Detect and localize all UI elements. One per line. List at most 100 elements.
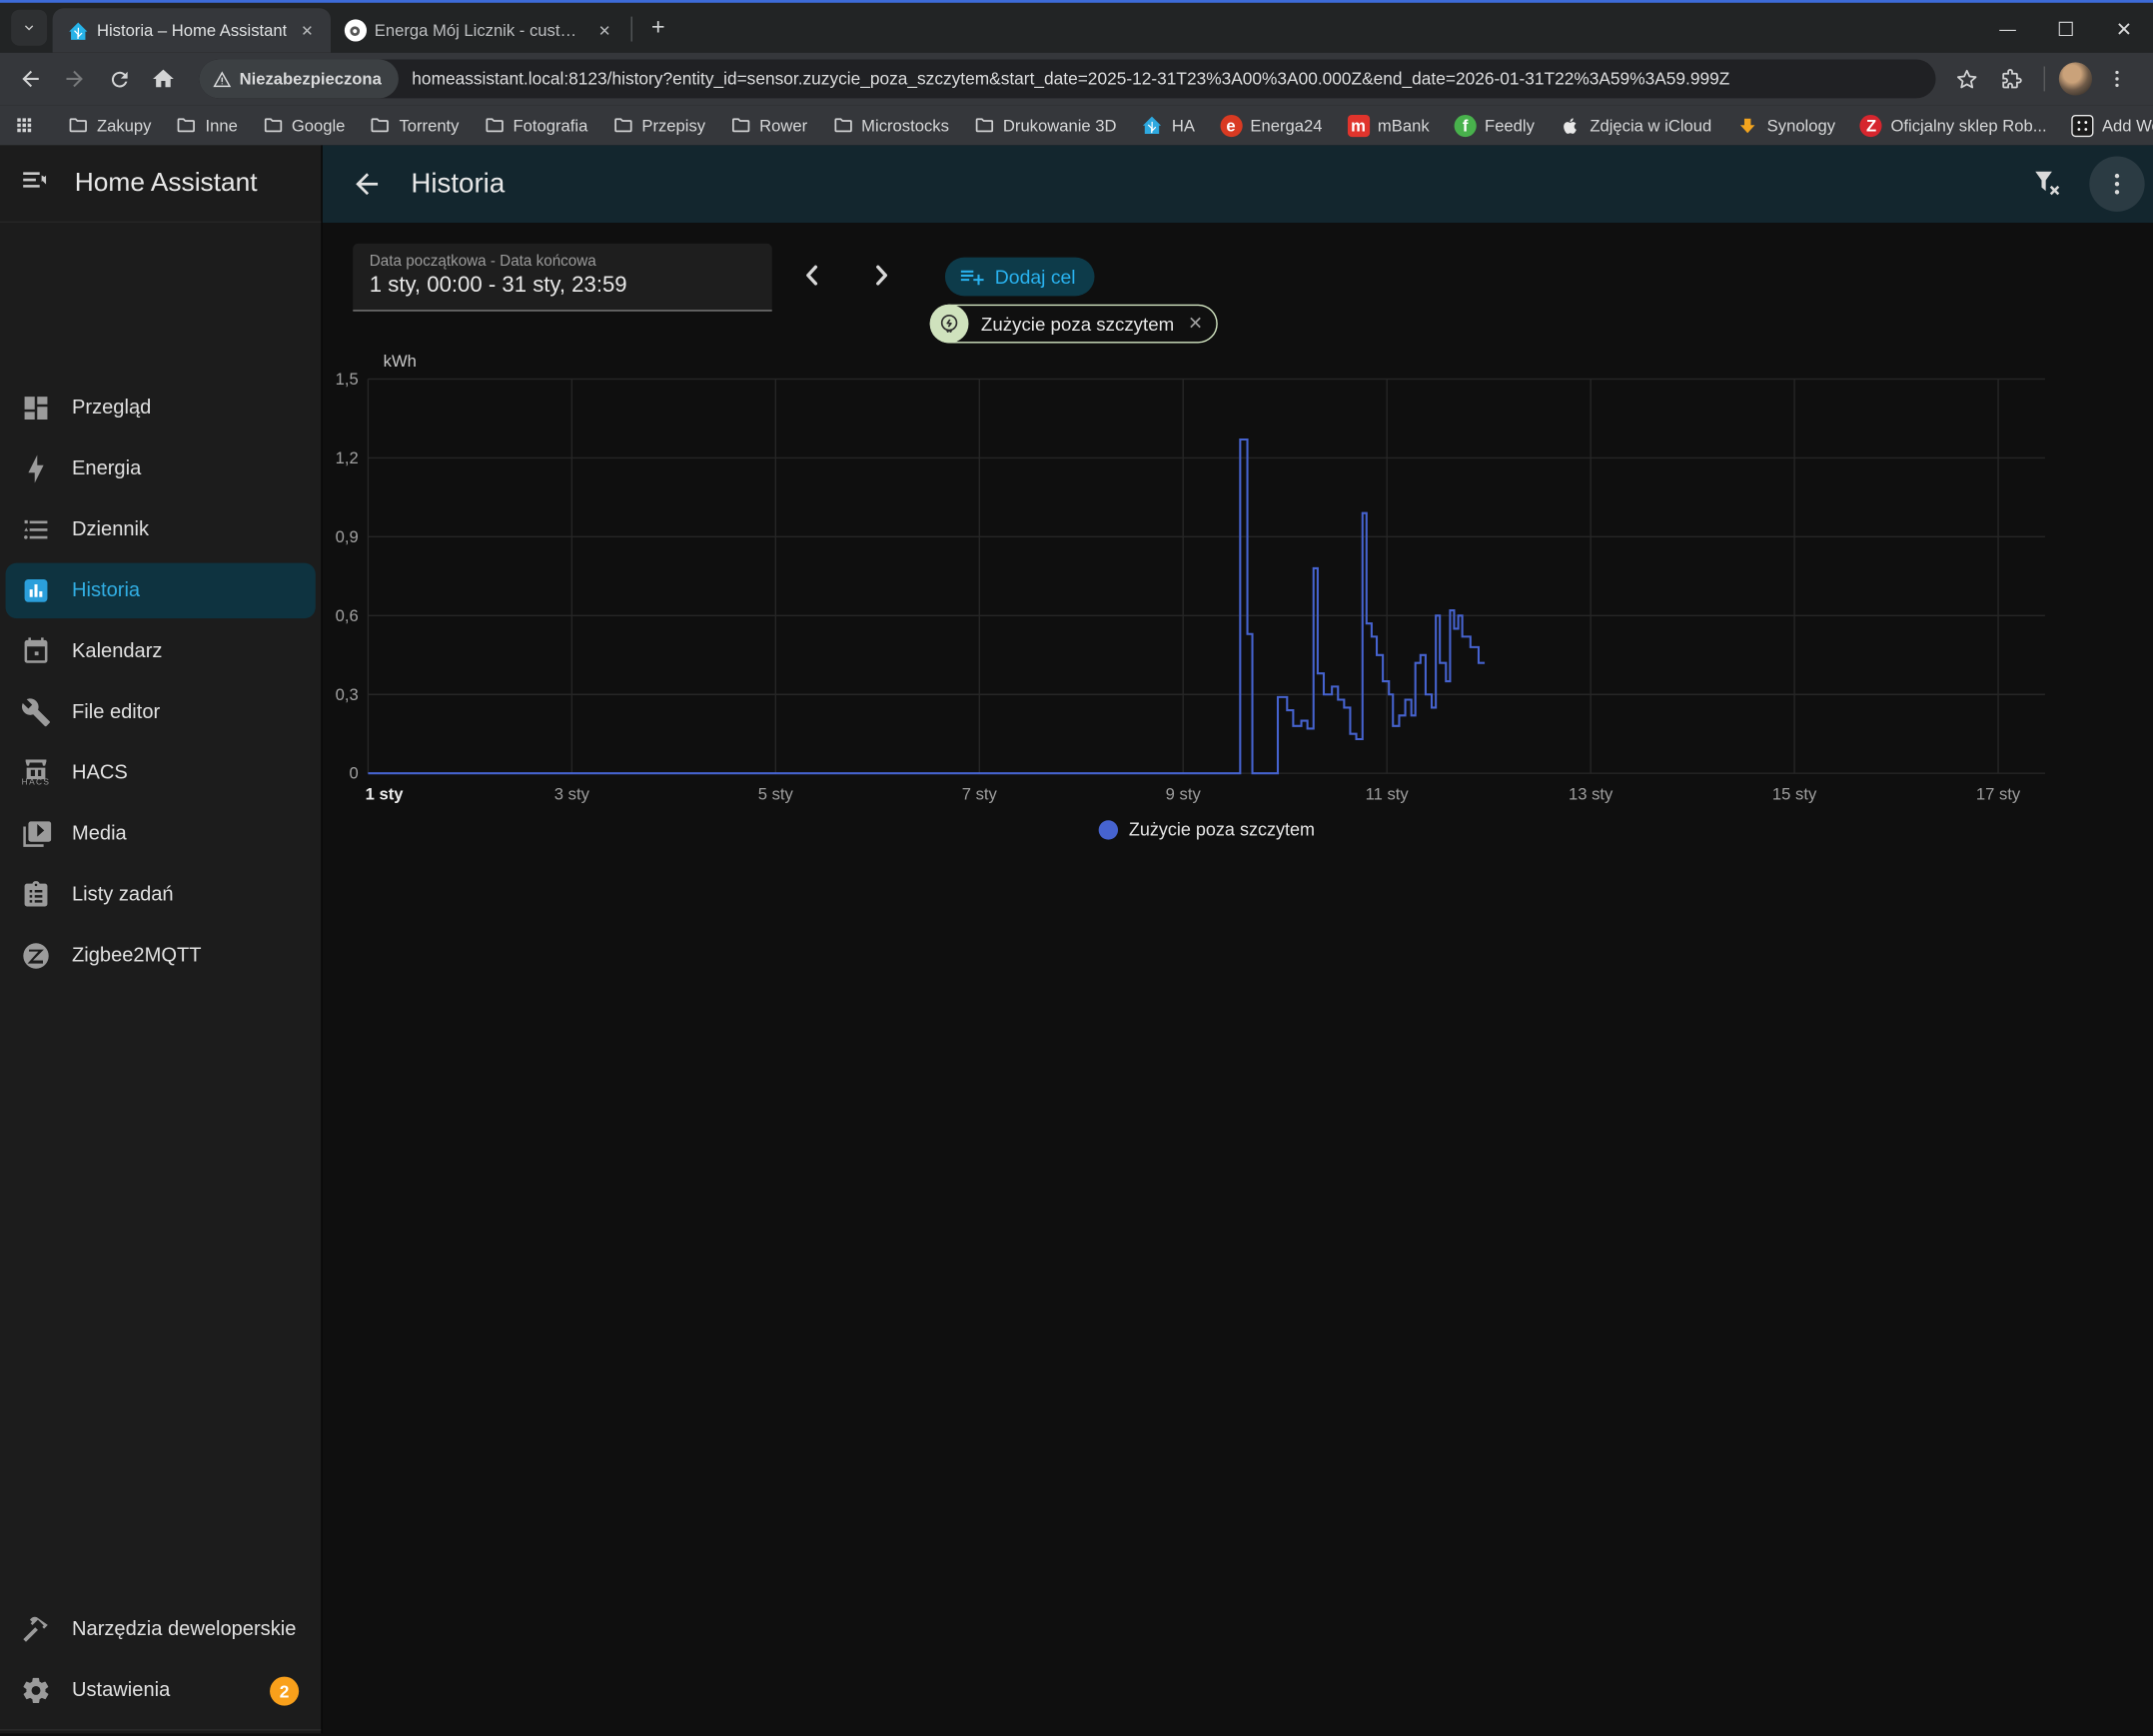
url-bar[interactable]: Niezabezpieczona homeassistant.local:812…	[199, 60, 1935, 99]
bookmark-star-button[interactable]	[1947, 60, 1986, 99]
bookmark-folder-drukowanie-3d[interactable]: Drukowanie 3D	[963, 111, 1128, 140]
sidebar-header: Home Assistant	[0, 145, 321, 223]
security-chip[interactable]: Niezabezpieczona	[199, 60, 398, 99]
ha-favicon-icon	[1141, 114, 1163, 136]
app-title: Home Assistant	[75, 168, 258, 198]
url-text: homeassistant.local:8123/history?entity_…	[412, 69, 1729, 88]
legend-dot	[1098, 820, 1117, 839]
next-period-button[interactable]	[865, 259, 898, 292]
bookmark-icloud-photos[interactable]: Zdjęcia w iCloud	[1549, 110, 1723, 140]
svg-text:1,5: 1,5	[336, 370, 359, 389]
sidebar-item-energia[interactable]: Energia	[6, 441, 316, 496]
window-close-button[interactable]: ✕	[2095, 6, 2153, 53]
sidebar-item-zigbee2mqtt[interactable]: Zigbee2MQTT	[6, 928, 316, 983]
chart-legend[interactable]: Zużycie poza szczytem	[368, 819, 2045, 840]
add-target-button[interactable]: Dodaj cel	[945, 258, 1095, 297]
forward-button[interactable]	[55, 60, 94, 99]
chevron-right-icon	[865, 259, 898, 292]
tab-divider	[630, 17, 631, 42]
sidebar-item-ustawienia[interactable]: Ustawienia 2	[6, 1663, 316, 1718]
tab-close-icon[interactable]: ✕	[296, 19, 320, 43]
entity-chip-label: Zużycie poza szczytem	[981, 314, 1174, 335]
new-tab-button[interactable]: +	[640, 10, 676, 46]
dashboard-icon	[19, 392, 52, 425]
gear-icon	[19, 1674, 52, 1707]
sidebar-item-dziennik[interactable]: Dziennik	[6, 502, 316, 557]
browser-profile-avatar[interactable]	[2059, 62, 2092, 95]
date-range-label: Data początkowa - Data końcowa	[370, 253, 755, 270]
sidebar-item-listy-zadan[interactable]: Listy zadań	[6, 867, 316, 922]
bookmark-folder-microstocks[interactable]: Microstocks	[821, 111, 960, 140]
previous-period-button[interactable]	[795, 259, 828, 292]
entity-chip[interactable]: Zużycie poza szczytem ✕	[930, 305, 1219, 344]
window-controls: — ☐ ✕	[1978, 6, 2153, 53]
menu-open-icon[interactable]	[19, 165, 52, 202]
svg-text:0: 0	[349, 764, 358, 783]
bookmark-synology[interactable]: Synology	[1725, 110, 1846, 140]
folder-icon	[176, 115, 197, 136]
back-button[interactable]	[11, 60, 50, 99]
arrow-left-icon	[18, 66, 43, 91]
sidebar-item-przeglad[interactable]: Przegląd	[6, 381, 316, 435]
sidebar-item-historia[interactable]: Historia	[6, 563, 316, 618]
svg-text:1 sty: 1 sty	[366, 785, 405, 804]
bookmark-folder-google[interactable]: Google	[252, 111, 357, 140]
energa24-favicon-icon: e	[1220, 114, 1242, 136]
bookmark-folder-torrenty[interactable]: Torrenty	[359, 111, 470, 140]
extensions-button[interactable]	[1991, 60, 2030, 99]
page-header: Historia	[323, 145, 2153, 223]
arrow-right-icon	[62, 66, 87, 91]
history-content: Data początkowa - Data końcowa 1 sty, 00…	[323, 223, 2153, 1733]
browser-tab-energa[interactable]: Energa Mój Licznik - custom co ✕	[330, 8, 627, 52]
bookmark-feedly[interactable]: f Feedly	[1443, 110, 1546, 140]
filter-remove-button[interactable]	[2031, 168, 2064, 201]
reload-button[interactable]	[100, 60, 139, 99]
bookmark-wood-grain[interactable]: Add Wood Grain Eff...	[2060, 110, 2153, 140]
bookmark-folder-inne[interactable]: Inne	[165, 111, 249, 140]
tab-close-icon[interactable]: ✕	[592, 19, 616, 43]
home-button[interactable]	[144, 60, 183, 99]
sidebar-item-kalendarz[interactable]: Kalendarz	[6, 624, 316, 679]
date-range-value: 1 sty, 00:00 - 31 sty, 23:59	[370, 274, 755, 299]
sidebar-item-media[interactable]: Media	[6, 806, 316, 861]
bookmark-folder-rower[interactable]: Rower	[719, 111, 818, 140]
calendar-icon	[19, 635, 52, 668]
window-maximize-button[interactable]: ☐	[2037, 6, 2095, 53]
svg-text:1,2: 1,2	[336, 448, 359, 467]
dots-vertical-icon	[2106, 68, 2128, 90]
sidebar-item-file-editor[interactable]: File editor	[6, 685, 316, 740]
chart-box-icon	[19, 574, 52, 607]
storefront-icon: HACS	[19, 757, 52, 790]
warning-icon	[213, 70, 231, 88]
browser-tab-historia[interactable]: Historia – Home Assistant ✕	[53, 8, 331, 52]
history-chart[interactable]: 00,30,60,91,21,51 sty3 sty5 sty7 sty9 st…	[323, 355, 2121, 818]
feedly-favicon-icon: f	[1455, 114, 1477, 136]
synology-download-icon	[1736, 114, 1758, 136]
chip-close-icon[interactable]: ✕	[1188, 313, 1203, 335]
date-range-field[interactable]: Data początkowa - Data końcowa 1 sty, 00…	[353, 244, 772, 312]
mbank-favicon-icon: m	[1347, 114, 1369, 136]
back-arrow-button[interactable]	[350, 168, 383, 201]
svg-text:kWh: kWh	[384, 355, 417, 371]
window-minimize-button[interactable]: —	[1978, 6, 2036, 53]
sidebar-item-hacs[interactable]: HACS HACS	[6, 745, 316, 800]
bookmark-ha[interactable]: HA	[1130, 110, 1206, 140]
page-menu-button[interactable]	[2089, 157, 2144, 212]
play-box-multiple-icon	[19, 818, 52, 851]
sidebar-item-dev-tools[interactable]: Narzędzia deweloperskie	[6, 1602, 316, 1657]
browser-menu-button[interactable]	[2098, 60, 2137, 99]
apps-grid-button[interactable]	[14, 106, 35, 145]
bookmark-mbank[interactable]: m mBank	[1336, 110, 1440, 140]
filter-remove-icon	[2031, 168, 2064, 201]
toolbar-separator	[2044, 66, 2045, 91]
ha-sidebar: Home Assistant Przegląd Energia Dziennik…	[0, 145, 323, 1733]
tab-search-button[interactable]	[11, 10, 47, 46]
sidebar-divider	[0, 1729, 321, 1730]
bookmark-sklep[interactable]: Z Oficjalny sklep Rob...	[1849, 110, 2058, 140]
bookmark-folder-przepisy[interactable]: Przepisy	[601, 111, 716, 140]
bookmark-energa24[interactable]: e Energa24	[1209, 110, 1334, 140]
bookmark-folder-zakupy[interactable]: Zakupy	[57, 111, 163, 140]
bookmark-folder-fotografia[interactable]: Fotografia	[473, 111, 598, 140]
home-assistant-favicon-icon	[66, 19, 88, 41]
folder-icon	[263, 115, 284, 136]
